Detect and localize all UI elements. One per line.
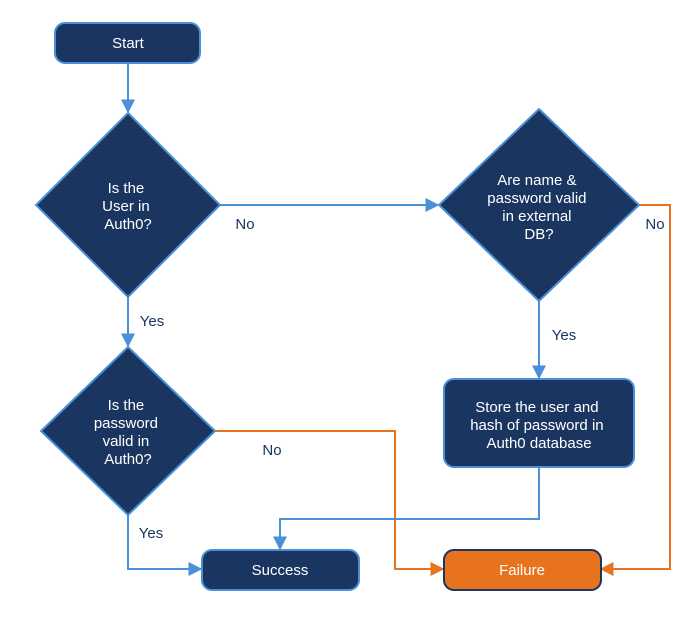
node-d3-password-valid: Is the password valid in Auth0? (41, 347, 215, 515)
node-d1-user-in-auth0: Is the User in Auth0? (36, 113, 220, 297)
node-start-label: Start (112, 35, 145, 52)
node-failure: Failure (444, 550, 601, 590)
node-start: Start (55, 23, 200, 63)
flowchart: Yes No Yes No Yes No Start Is the User i… (0, 0, 694, 644)
edge-store-to-success (280, 468, 539, 549)
node-store-user: Store the user and hash of password in A… (444, 379, 634, 467)
label-d2-yes: Yes (552, 327, 576, 344)
label-d3-yes: Yes (139, 525, 163, 542)
node-failure-label: Failure (499, 562, 545, 579)
edge-d3-no (214, 431, 443, 569)
node-store-text: Store the user and hash of password in A… (470, 399, 608, 452)
label-d1-yes: Yes (140, 313, 164, 330)
node-d2-external-db: Are name & password valid in external DB… (439, 109, 639, 301)
label-d3-no: No (262, 442, 281, 459)
label-d2-no: No (645, 216, 664, 233)
node-d1-text: Is the User in Auth0? (102, 180, 154, 233)
node-success: Success (202, 550, 359, 590)
label-d1-no: No (235, 216, 254, 233)
node-success-label: Success (252, 562, 309, 579)
